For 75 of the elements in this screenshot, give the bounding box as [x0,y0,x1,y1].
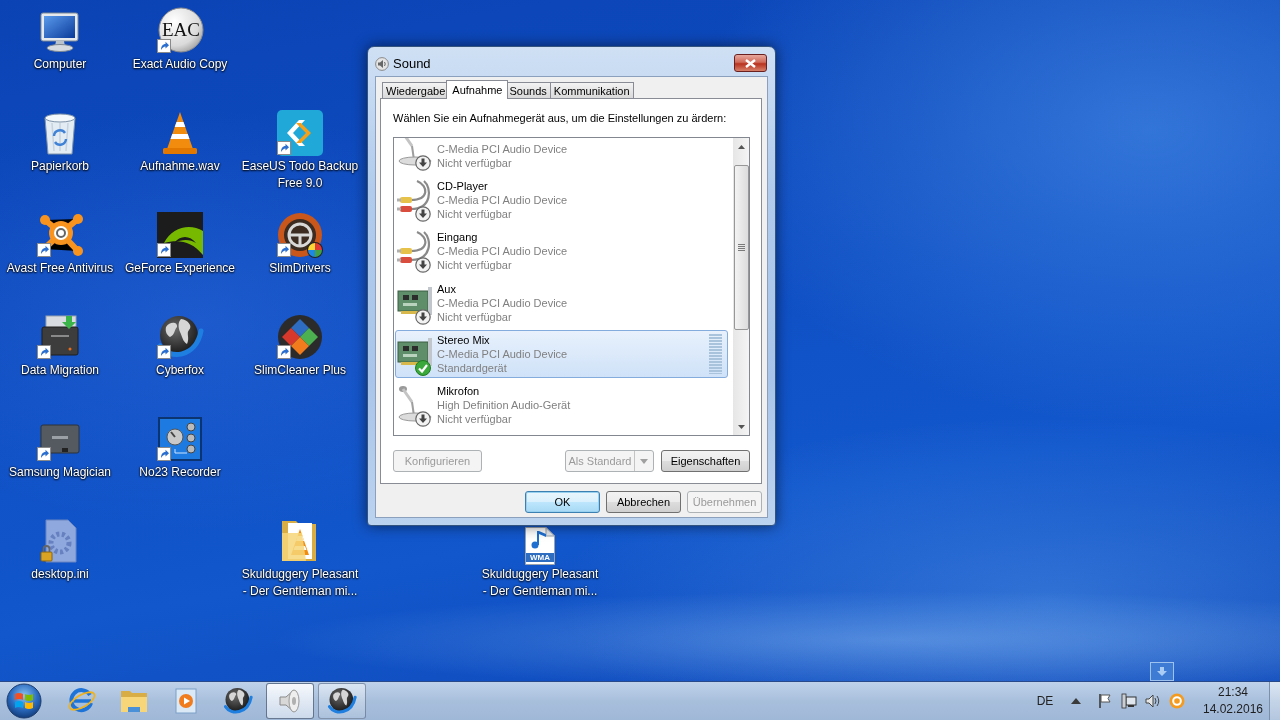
desktop-item[interactable]: Aufnahme.wav [140,109,220,175]
tab[interactable]: Sounds [505,82,551,98]
properties-button[interactable]: Eigenschaften [661,450,750,472]
device-driver: C-Media PCI Audio Device [437,244,568,259]
windows-orb-icon [6,683,42,719]
logo-text: WMA [529,553,551,562]
level-meter [709,333,722,374]
device-status: Nicht verfügbar [437,207,512,221]
device-driver: C-Media PCI Audio Device [437,193,568,207]
device-item[interactable]: C-Media PCI Audio Device Nicht verfügbar [395,138,728,173]
eye-swoosh-icon[interactable] [156,211,204,259]
device-name: Aux [437,281,456,296]
device-name: Eingang [437,230,478,245]
desktop-item[interactable]: desktop.ini [31,517,89,583]
device-status: Nicht verfügbar [437,258,512,273]
desktop-item[interactable]: No23 Recorder [139,415,221,481]
desktop-item[interactable]: Data Migration [20,313,99,379]
desktop-item[interactable]: Skulduggery Pleasant - Der Gentleman mi... [241,517,359,600]
language-indicator[interactable]: DE [1030,694,1060,708]
device-item[interactable]: Mikrofon High Definition Audio-Gerät Nicht verfügbar [395,381,728,430]
desktop-item[interactable]: Samsung Magician [8,415,112,481]
music-file-icon[interactable] [524,527,556,565]
device-item[interactable]: Stereo Mix C-Media PCI Audio Device Standardgerät [395,329,728,378]
desktop-item[interactable]: WMA Skulduggery Pleasant - Der Gentleman mi... [481,517,599,600]
ok-button[interactable]: OK [525,491,600,513]
tab[interactable]: Aufnahme [446,80,509,99]
tab[interactable]: Kommunikation [549,82,634,98]
desktop-item[interactable]: SlimDrivers [269,211,331,277]
network-icon[interactable] [1121,693,1137,709]
clock[interactable]: 21:34 14.02.2016 [1201,684,1265,718]
scroll-up-arrow-icon[interactable] [737,144,745,149]
taskbar-button[interactable] [318,683,366,719]
desktop-item[interactable]: Cyberfox [156,313,204,379]
scrollbar[interactable] [733,138,749,435]
desktop-item[interactable]: SlimCleaner Plus [253,313,346,379]
show-desktop-button[interactable] [1269,682,1280,720]
chevron-tile-icon[interactable] [276,109,324,157]
device-status: Nicht verfügbar [437,155,512,170]
device-item[interactable]: Aux C-Media PCI Audio Device Nicht verfügbar [395,278,728,327]
device-driver: C-Media PCI Audio Device [437,141,568,156]
instruction-text: Wählen Sie ein Aufnahmegerät aus, um die Einstellungen zu ärdern: [393,111,727,125]
desktop-item[interactable]: EaseUS Todo Backup Free 9.0 [241,109,359,192]
speaker-icon [375,57,389,71]
scrollbar-thumb[interactable] [733,165,749,330]
globe-icon [223,686,253,716]
device-item[interactable]: Eingang C-Media PCI Audio Device Nicht verfügbar [395,227,728,276]
cancel-button[interactable]: Abbrechen [606,491,681,513]
flag-icon[interactable] [1097,693,1113,709]
device-list[interactable] [393,137,750,436]
device-name: CD-Player [437,179,488,193]
device-item[interactable]: CD-Player C-Media PCI Audio Device Nicht verfügbar [395,176,728,224]
desktop-item[interactable]: Papierkorb [31,109,89,175]
desktop-item[interactable]: EAC Exact Audio Copy [132,7,228,73]
desktop-item[interactable]: Avast Free Antivirus [6,211,114,277]
logo-text: EAC [161,19,201,41]
desktop-item[interactable]: GeForce Experience [124,211,236,277]
globe-icon [327,686,357,716]
close-icon [745,58,756,68]
desktop-item[interactable]: Computer [33,7,87,73]
volume-icon[interactable] [1145,693,1161,709]
device-name: Mikrofon [437,384,480,399]
device-status: Standardgerät [437,360,507,375]
knob-panel-icon[interactable] [156,415,204,463]
device-status: Nicht verfügbar [437,412,512,427]
device-driver: C-Media PCI Audio Device [437,346,568,361]
device-status: Nicht verfügbar [437,309,512,324]
device-driver: C-Media PCI Audio Device [437,295,568,310]
caret-up-icon[interactable] [1071,698,1081,704]
scroll-down-arrow-icon[interactable] [737,424,745,429]
close-button[interactable] [734,54,767,72]
device-driver: High Definition Audio-Gerät [437,398,571,413]
caret-down-icon [640,458,648,464]
down-arrow-tile-icon[interactable] [1150,662,1174,681]
device-name: Stereo Mix [437,332,490,347]
window-title: Sound [393,56,431,72]
